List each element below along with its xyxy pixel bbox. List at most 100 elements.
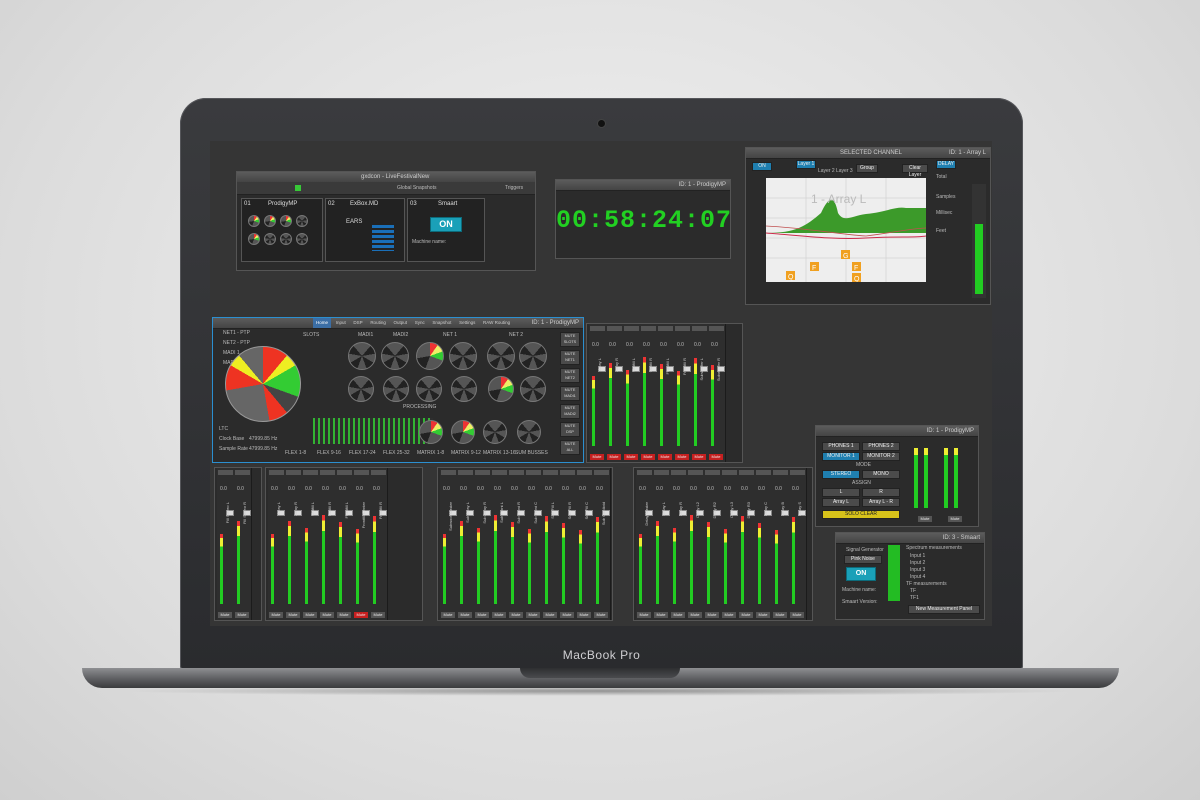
mute-button[interactable]: Mute — [654, 612, 668, 618]
tab-home[interactable]: Home — [313, 318, 332, 328]
mute-button[interactable]: Mute — [607, 454, 621, 460]
channel-strip[interactable]: 0.0 Delay L Mute — [653, 468, 671, 620]
mute-madi1-button[interactable]: MUTE MADI1 — [560, 386, 580, 401]
channel-strip[interactable]: 0.0 Sub Front L Mute — [491, 468, 509, 620]
phones1-button[interactable]: PHONES 1 — [822, 442, 860, 451]
mute-button[interactable]: Mute — [337, 612, 351, 618]
channel-strip[interactable]: 0.0 Array R Mute — [285, 468, 303, 620]
channel-strip[interactable]: 0.0 Delay L2 Mute — [687, 468, 705, 620]
tab-input[interactable]: Input — [333, 318, 349, 328]
mute-button[interactable]: Mute — [577, 612, 591, 618]
channel-strip[interactable]: 0.0 Delay R2 Mute — [704, 468, 722, 620]
tab-routing[interactable]: Routing — [367, 318, 389, 328]
mute-dsp-button[interactable]: MUTE DSP — [560, 422, 580, 437]
group-button[interactable]: Group — [856, 164, 878, 173]
mute-button[interactable]: Mute — [320, 612, 334, 618]
channel-strip[interactable]: 0.0 Delay Master Mute — [636, 468, 654, 620]
device-card-01[interactable]: 01 ProdigyMP — [241, 198, 323, 262]
pink-noise-select[interactable]: Pink Noise — [844, 555, 882, 564]
channel-strip[interactable]: 0.0 Frontfill R Mute — [674, 324, 692, 462]
channel-strip[interactable]: 0.0 Delay S Mute — [789, 468, 807, 620]
channel-strip[interactable]: 0.0 Fill Stereo R Mute — [234, 468, 252, 620]
mute-button[interactable]: Mute — [675, 454, 689, 460]
signal-on-button[interactable]: ON — [846, 567, 876, 581]
channel-strip[interactable]: 0.0 Sub Array L Mute — [457, 468, 475, 620]
channel-strip[interactable]: 0.0 Outfill R Mute — [640, 324, 658, 462]
mute-button[interactable]: Mute — [756, 612, 770, 618]
mute-button[interactable]: Mute — [235, 612, 249, 618]
channel-strip[interactable]: 0.0 Delay R3 Mute — [738, 468, 756, 620]
snapshot-select[interactable]: Global Snapshots — [397, 185, 436, 191]
mute-button[interactable]: Mute — [641, 454, 655, 460]
device-card-03[interactable]: 03 Smaart ON Machine name: — [407, 198, 485, 262]
mute-button[interactable]: Mute — [269, 612, 283, 618]
tab-output[interactable]: Output — [391, 318, 411, 328]
tab-dsp[interactable]: DSP — [350, 318, 365, 328]
new-measurement-panel-button[interactable]: New Measurement Panel — [908, 605, 980, 614]
tab-snapshot[interactable]: Snapshot — [429, 318, 454, 328]
monitor-mute-2[interactable]: Mute — [948, 516, 962, 522]
assign-l-button[interactable]: L — [822, 488, 860, 497]
mute-button[interactable]: Mute — [773, 612, 787, 618]
mute-button[interactable]: Mute — [354, 612, 368, 618]
mute-button[interactable]: Mute — [594, 612, 608, 618]
layer1-button[interactable]: Layer 1 — [796, 160, 816, 169]
mono-button[interactable]: MONO — [862, 470, 900, 479]
channel-strip[interactable]: 0.0 Array R Mute — [606, 324, 624, 462]
channel-strip[interactable]: 0.0 Sub Front R Mute — [508, 468, 526, 620]
channel-on-button[interactable]: ON — [752, 162, 772, 171]
channel-strip[interactable]: 0.0 Frontfill L Mute — [336, 468, 354, 620]
mute-madi2-button[interactable]: MUTE MADI2 — [560, 404, 580, 419]
mute-net1-button[interactable]: MUTE NET1 — [560, 350, 580, 365]
channel-strip[interactable]: 0.0 Subwoofer R Mute — [708, 324, 726, 462]
mute-button[interactable]: Mute — [692, 454, 706, 460]
array-lr-select[interactable]: Array L - R — [862, 498, 900, 507]
tab-settings[interactable]: Settings — [456, 318, 478, 328]
mute-button[interactable]: Mute — [790, 612, 804, 618]
mute-button[interactable]: Mute — [475, 612, 489, 618]
mute-button[interactable]: Mute — [543, 612, 557, 618]
mute-button[interactable]: Mute — [705, 612, 719, 618]
mute-button[interactable]: Mute — [560, 612, 574, 618]
smaart-on-button[interactable]: ON — [430, 217, 462, 232]
channel-strip[interactable]: 0.0 Delay B Mute — [772, 468, 790, 620]
channel-strip[interactable]: 0.0 Frontfill L Mute — [657, 324, 675, 462]
channel-strip[interactable]: 0.0 Array L Mute — [268, 468, 286, 620]
channel-strip[interactable]: 0.0 Delay R Mute — [670, 468, 688, 620]
triggers-label[interactable]: Triggers — [505, 185, 523, 191]
channel-strip[interactable]: 0.0 Sub Fill C Mute — [576, 468, 594, 620]
clear-layer-button[interactable]: Clear Layer — [902, 164, 928, 178]
mute-button[interactable]: Mute — [218, 612, 232, 618]
channel-strip[interactable]: 0.0 Frontfill Center Mute — [353, 468, 371, 620]
mute-net2-button[interactable]: MUTE NET2 — [560, 368, 580, 383]
tab-sync[interactable]: Sync — [412, 318, 428, 328]
mute-button[interactable]: Mute — [286, 612, 300, 618]
eq-graph[interactable]: 1 - Array L Q F G F Q — [766, 178, 926, 282]
phones2-button[interactable]: PHONES 2 — [862, 442, 900, 451]
channel-strip[interactable]: 0.0 Sub Front C Mute — [525, 468, 543, 620]
mute-button[interactable]: Mute — [722, 612, 736, 618]
channel-strip[interactable]: 0.0 Outfill R Mute — [319, 468, 337, 620]
channel-strip[interactable]: 0.0 Subwoof Master Mute — [440, 468, 458, 620]
mute-button[interactable]: Mute — [637, 612, 651, 618]
mute-all-button[interactable]: MUTE ALL — [560, 440, 580, 455]
channel-strip[interactable]: 0.0 Frontfill R Mute — [370, 468, 388, 620]
channel-strip[interactable]: 0.0 Subwoofer L Mute — [691, 324, 709, 462]
mute-button[interactable]: Mute — [441, 612, 455, 618]
channel-strip[interactable]: 0.0 Sub Array R Mute — [474, 468, 492, 620]
channel-strip[interactable]: 0.0 Outfill L Mute — [623, 324, 641, 462]
stereo-button[interactable]: STEREO — [822, 470, 860, 479]
monitor-mute-1[interactable]: Mute — [918, 516, 932, 522]
mute-button[interactable]: Mute — [658, 454, 672, 460]
mute-button[interactable]: Mute — [739, 612, 753, 618]
channel-strip[interactable]: 0.0 Delay C Mute — [755, 468, 773, 620]
mute-button[interactable]: Mute — [624, 454, 638, 460]
channel-strip[interactable]: 0.0 Sub Fill R Mute — [559, 468, 577, 620]
channel-strip[interactable]: 0.0 Array L Mute — [589, 324, 607, 462]
mute-button[interactable]: Mute — [509, 612, 523, 618]
mute-button[interactable]: Mute — [371, 612, 385, 618]
mute-button[interactable]: Mute — [688, 612, 702, 618]
mute-button[interactable]: Mute — [671, 612, 685, 618]
tab-raw-routing[interactable]: RAW Routing — [480, 318, 513, 328]
mute-slots-button[interactable]: MUTE SLOTS — [560, 332, 580, 347]
